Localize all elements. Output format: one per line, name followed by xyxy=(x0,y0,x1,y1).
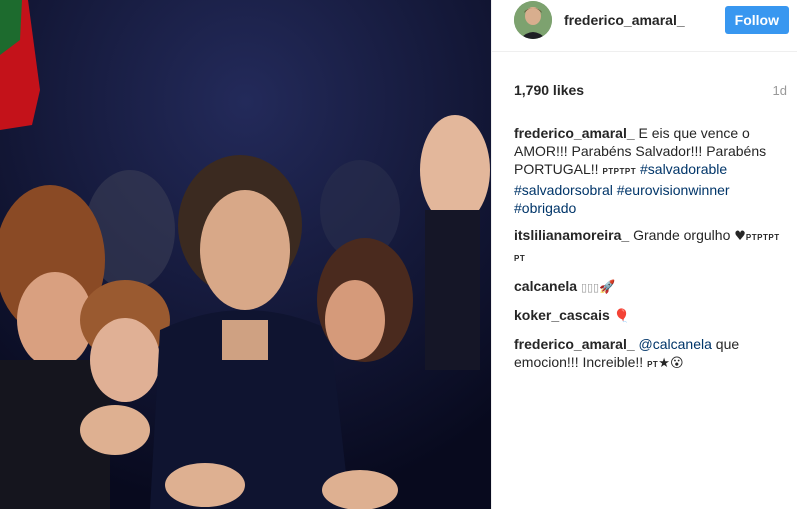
flag-emojis: PTPTPT xyxy=(602,167,637,176)
post-photo-illustration xyxy=(0,0,491,509)
comment-item: calcanela ▯▯▯🚀 xyxy=(514,277,787,297)
balloon-icon: 🎈 xyxy=(613,309,630,324)
caption: frederico_amaral_ E eis que vence o AMOR… xyxy=(514,124,787,217)
post-header: frederico_amaral_ Follow xyxy=(492,0,797,52)
comment-username[interactable]: itslilianamoreira_ xyxy=(514,227,629,243)
hashtag[interactable]: #salvadorsobral xyxy=(514,182,613,198)
follow-button[interactable]: Follow xyxy=(724,5,789,34)
comment-item: frederico_amaral_ @calcanela que emocion… xyxy=(514,335,787,374)
instagram-post: frederico_amaral_ Follow 1,790 likes 1d … xyxy=(0,0,797,509)
mention-link[interactable]: @calcanela xyxy=(639,336,712,352)
heart-icon: ♥ xyxy=(734,229,746,244)
author-username[interactable]: frederico_amaral_ xyxy=(564,12,725,28)
hashtag[interactable]: #salvadorable xyxy=(640,161,727,177)
comment-text: Grande orgulho xyxy=(633,227,731,243)
flag-emojis: PT xyxy=(647,360,659,369)
comment-username[interactable]: calcanela xyxy=(514,278,577,294)
comment-item: itslilianamoreira_ Grande orgulho ♥PTPTP… xyxy=(514,226,787,268)
likes-row: 1,790 likes 1d xyxy=(492,78,797,102)
comment-item: koker_cascais 🎈 xyxy=(514,306,787,326)
hashtag[interactable]: #eurovisionwinner xyxy=(617,182,730,198)
missing-glyphs: ▯▯▯ xyxy=(580,281,600,294)
rocket-icon: 🚀 xyxy=(599,280,616,295)
comment-username[interactable]: koker_cascais xyxy=(514,307,610,323)
hashtag[interactable]: #obrigado xyxy=(514,200,576,216)
post-photo[interactable] xyxy=(0,0,491,509)
avatar-image xyxy=(514,0,552,39)
avatar[interactable] xyxy=(514,0,552,39)
post-time[interactable]: 1d xyxy=(773,83,787,98)
caption-username[interactable]: frederico_amaral_ xyxy=(514,125,635,141)
comments-list: frederico_amaral_ E eis que vence o AMOR… xyxy=(492,116,797,374)
comment-username[interactable]: frederico_amaral_ xyxy=(514,336,635,352)
post-sidebar: frederico_amaral_ Follow 1,790 likes 1d … xyxy=(491,0,797,509)
star-surprised-icon: ★😮 xyxy=(658,356,684,371)
likes-count[interactable]: 1,790 likes xyxy=(514,82,584,98)
